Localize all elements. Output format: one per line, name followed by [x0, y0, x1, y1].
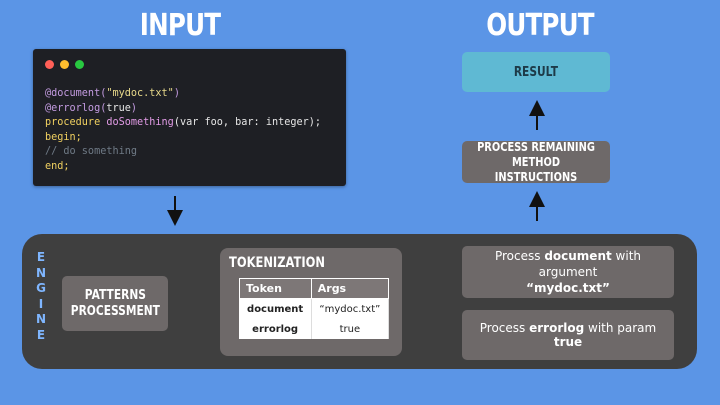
- maximize-dot-icon: [75, 60, 84, 69]
- process-errorlog-prefix: Process: [479, 321, 530, 335]
- column-header-token: Token: [239, 278, 312, 299]
- output-heading: OUTPUT: [486, 8, 594, 43]
- engine-letter: I: [38, 296, 44, 311]
- token-cell: errorlog: [239, 319, 312, 339]
- code-line: begin;: [45, 132, 82, 143]
- engine-letter: E: [36, 327, 46, 342]
- code-token: @document(: [45, 88, 107, 99]
- process-remaining-box: PROCESS REMAINING METHOD INSTRUCTIONS: [462, 139, 610, 184]
- code-line: @errorlog(true): [45, 103, 137, 114]
- engine-letter: E: [36, 250, 46, 264]
- process-remaining-line2: METHOD INSTRUCTIONS: [494, 154, 578, 184]
- patterns-processment-box: PATTERNS PROCESSMENT: [62, 276, 168, 331]
- table-row: errorlog true: [239, 319, 390, 339]
- engine-label: ENGINE: [34, 250, 48, 344]
- code-token: // do something: [45, 146, 138, 158]
- minimize-dot-icon: [60, 60, 69, 69]
- args-cell: true: [311, 319, 390, 339]
- code-token: "mydoc.txt": [106, 88, 174, 99]
- patterns-line2: PROCESSMENT: [70, 303, 160, 319]
- code-line: // do something: [45, 146, 137, 157]
- code-token: doSomething: [106, 117, 174, 129]
- process-document-keyword: document: [544, 249, 612, 263]
- process-errorlog-box: Process errorlog with param true: [462, 310, 674, 360]
- tokenization-title: TOKENIZATION: [229, 255, 326, 271]
- close-dot-icon: [45, 60, 54, 69]
- input-heading: INPUT: [139, 8, 221, 43]
- table-row: document “mydoc.txt”: [239, 298, 390, 319]
- result-label: RESULT: [513, 64, 559, 80]
- code-line: end;: [45, 161, 70, 172]
- code-block: @document("mydoc.txt") @errorlog(true) p…: [45, 87, 321, 175]
- code-line: procedure doSomething(var foo, bar: inte…: [45, 117, 321, 128]
- code-token: end;: [45, 160, 70, 172]
- code-token: ): [173, 88, 180, 99]
- code-token: ): [130, 102, 138, 114]
- engine-letter: N: [35, 312, 47, 327]
- patterns-line1: PATTERNS: [84, 287, 146, 303]
- tokenization-box: TOKENIZATION Token Args document “mydoc.…: [220, 248, 402, 356]
- process-errorlog-argument: true: [553, 335, 583, 349]
- process-document-box: Process document with argument “mydoc.tx…: [462, 246, 674, 298]
- code-token: begin;: [45, 131, 82, 143]
- result-box: RESULT: [462, 52, 610, 92]
- process-document-prefix: Process: [494, 249, 545, 263]
- code-line: @document("mydoc.txt"): [45, 88, 180, 99]
- process-errorlog-keyword: errorlog: [529, 321, 585, 335]
- process-document-argument: “mydoc.txt”: [526, 281, 610, 295]
- engine-letter: G: [36, 281, 46, 296]
- process-remaining-line1: PROCESS REMAINING: [477, 139, 595, 154]
- code-window: @document("mydoc.txt") @errorlog(true) p…: [33, 49, 346, 186]
- code-token: true: [106, 102, 131, 114]
- engine-letter: N: [35, 265, 47, 280]
- code-token: procedure: [45, 117, 107, 129]
- token-table: Token Args document “mydoc.txt” errorlog…: [239, 278, 390, 339]
- code-token: (var foo, bar: integer);: [173, 117, 322, 129]
- token-cell: document: [239, 298, 312, 319]
- process-errorlog-middle: with param: [584, 321, 657, 335]
- args-cell: “mydoc.txt”: [311, 298, 390, 319]
- column-header-args: Args: [310, 278, 390, 299]
- code-token: @errorlog(: [45, 102, 107, 114]
